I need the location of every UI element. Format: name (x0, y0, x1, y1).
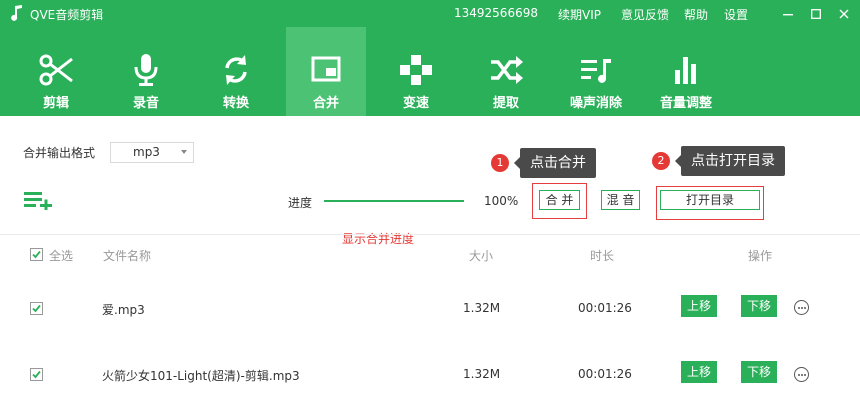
move-down-button[interactable]: 下移 (741, 295, 777, 317)
merge-panel: 合并输出格式 mp3 进度 100% 合 并 混 音 打开目录 1 点击合并 2… (0, 116, 860, 401)
close-button[interactable] (830, 0, 858, 27)
tool-merge-label: 合并 (312, 96, 339, 111)
select-all-checkbox[interactable] (30, 248, 43, 261)
user-phone: 13492566698 (454, 6, 538, 20)
app-title: QVE音频剪辑 (30, 8, 104, 22)
header-size: 大小 (469, 249, 494, 263)
row-checkbox[interactable] (30, 302, 43, 315)
checkmark-icon (32, 370, 41, 379)
progress-label: 进度 (288, 196, 313, 210)
more-options-icon[interactable] (794, 367, 809, 382)
tool-volume[interactable]: 音量调整 (646, 27, 726, 116)
row-checkbox[interactable] (30, 368, 43, 381)
step-2-badge: 2 (652, 152, 670, 170)
output-format-value: mp3 (133, 145, 160, 159)
file-name: 火箭少女101-Light(超清)-剪辑.mp3 (102, 369, 300, 383)
tool-extract[interactable]: 提取 (466, 27, 546, 116)
tool-record[interactable]: 录音 (106, 27, 186, 116)
volume-bars-icon (675, 57, 696, 84)
tool-noise[interactable]: 噪声消除 (556, 27, 636, 116)
move-down-button[interactable]: 下移 (741, 361, 777, 383)
app-window: QVE音频剪辑 13492566698 续期VIP 意见反馈 帮助 设置 剪辑 (0, 0, 860, 401)
move-up-button[interactable]: 上移 (681, 361, 717, 383)
tool-convert-label: 转换 (222, 96, 249, 111)
tool-convert[interactable]: 转换 (196, 27, 276, 116)
tool-noise-label: 噪声消除 (569, 96, 622, 111)
shuffle-icon (491, 56, 523, 84)
close-icon (839, 9, 849, 18)
renew-vip-link[interactable]: 续期VIP (558, 6, 601, 23)
minimize-button[interactable] (774, 0, 802, 27)
microphone-icon (134, 54, 158, 86)
checkmark-icon (32, 250, 41, 259)
mix-button[interactable]: 混 音 (601, 190, 640, 210)
open-directory-button[interactable]: 打开目录 (660, 190, 760, 210)
music-note-icon (11, 5, 22, 21)
tool-merge[interactable]: 合并 (286, 27, 366, 116)
output-format-select[interactable]: mp3 (110, 142, 194, 163)
file-name: 爱.mp3 (102, 303, 145, 317)
tool-speed-label: 变速 (402, 96, 429, 111)
tool-speed[interactable]: 变速 (376, 27, 456, 116)
merge-icon (311, 56, 341, 82)
step-1-badge: 1 (491, 154, 509, 172)
tool-extract-label: 提取 (492, 96, 519, 111)
progress-fill (324, 200, 464, 202)
header-actions: 操作 (748, 249, 773, 263)
output-format-label: 合并输出格式 (23, 146, 96, 160)
divider (0, 234, 860, 235)
maximize-icon (811, 8, 821, 19)
move-up-button[interactable]: 上移 (681, 295, 717, 317)
step-1-tooltip: 点击合并 (514, 148, 596, 178)
minimize-icon (783, 13, 793, 15)
step-2-tooltip: 点击打开目录 (675, 146, 785, 176)
speed-icon (400, 55, 432, 85)
scissors-icon (39, 54, 73, 86)
convert-icon (225, 55, 247, 85)
feedback-link[interactable]: 意见反馈 (621, 6, 669, 23)
file-duration: 00:01:26 (578, 367, 632, 381)
tool-volume-label: 音量调整 (659, 96, 712, 111)
merge-button[interactable]: 合 并 (539, 190, 580, 210)
file-size: 1.32M (463, 367, 501, 381)
add-file-icon[interactable] (24, 190, 52, 210)
progress-note: 显示合并进度 (342, 232, 415, 246)
main-toolbar: 剪辑 录音 转换 合并 变速 提取 噪声消除 音量调整 (0, 27, 860, 116)
file-duration: 00:01:26 (578, 301, 632, 315)
progress-percent: 100% (484, 194, 519, 208)
header-file-name: 文件名称 (103, 249, 152, 263)
tool-cut[interactable]: 剪辑 (16, 27, 96, 116)
title-bar: QVE音频剪辑 13492566698 续期VIP 意见反馈 帮助 设置 (0, 0, 860, 27)
more-options-icon[interactable] (794, 300, 809, 315)
help-link[interactable]: 帮助 (684, 6, 708, 23)
tool-cut-label: 剪辑 (42, 96, 69, 111)
file-size: 1.32M (463, 301, 501, 315)
select-all-label: 全选 (49, 249, 74, 263)
progress-bar (324, 200, 464, 202)
settings-link[interactable]: 设置 (724, 6, 748, 23)
header-duration: 时长 (590, 249, 615, 263)
noise-removal-icon (581, 59, 611, 83)
checkmark-icon (32, 304, 41, 313)
chevron-down-icon (181, 150, 187, 154)
tool-record-label: 录音 (132, 96, 159, 111)
maximize-button[interactable] (802, 0, 830, 27)
